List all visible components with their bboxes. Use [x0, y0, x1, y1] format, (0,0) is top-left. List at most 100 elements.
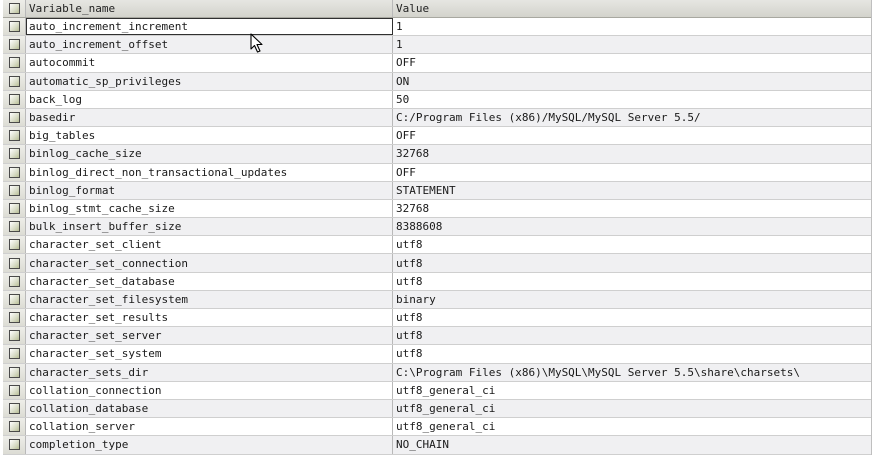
row-select-checkbox[interactable] — [3, 145, 26, 163]
table-row[interactable]: binlog_stmt_cache_size 32768 — [3, 199, 871, 219]
value-cell[interactable]: 32768 — [393, 200, 871, 217]
table-row[interactable]: binlog_direct_non_transactional_updates O… — [3, 163, 871, 182]
table-row[interactable]: completion_type NO_CHAIN — [3, 436, 871, 455]
row-select-checkbox[interactable] — [3, 90, 26, 108]
row-select-checkbox[interactable] — [3, 72, 26, 90]
table-row[interactable]: big_tables OFF — [3, 127, 871, 146]
table-row[interactable]: back_log 50 — [3, 90, 871, 109]
table-row[interactable]: auto_increment_increment 1 — [3, 18, 871, 37]
row-select-checkbox[interactable] — [3, 18, 26, 36]
row-select-checkbox[interactable] — [3, 236, 26, 254]
row-select-checkbox[interactable] — [3, 199, 26, 218]
row-select-checkbox[interactable] — [3, 272, 26, 290]
table-row[interactable]: autocommit OFF — [3, 54, 871, 73]
value-cell[interactable]: 1 — [393, 36, 871, 53]
value-cell[interactable]: OFF — [393, 164, 871, 181]
row-select-checkbox[interactable] — [3, 127, 26, 145]
value-cell[interactable]: 8388608 — [393, 218, 871, 235]
value-cell[interactable]: ON — [393, 73, 871, 90]
value-cell[interactable]: utf8_general_ci — [393, 382, 871, 399]
row-select-checkbox[interactable] — [3, 218, 26, 236]
row-select-checkbox[interactable] — [3, 290, 26, 308]
row-select-checkbox[interactable] — [3, 54, 26, 72]
row-select-checkbox[interactable] — [3, 399, 26, 418]
table-row[interactable]: character_set_client utf8 — [3, 236, 871, 255]
variable-name-cell[interactable]: binlog_format — [26, 181, 393, 199]
table-row[interactable]: character_set_filesystem binary — [3, 290, 871, 309]
table-row[interactable]: character_set_server utf8 — [3, 327, 871, 346]
value-cell[interactable]: utf8 — [393, 327, 871, 344]
row-select-checkbox[interactable] — [3, 327, 26, 345]
variable-name-cell[interactable]: big_tables — [26, 127, 393, 145]
value-cell[interactable]: utf8 — [393, 345, 871, 362]
variable-name-cell[interactable]: binlog_direct_non_transactional_updates — [26, 163, 393, 181]
row-select-checkbox[interactable] — [3, 345, 26, 363]
value-cell[interactable]: utf8 — [393, 254, 871, 271]
variable-name-cell[interactable]: basedir — [26, 108, 393, 127]
value-cell[interactable]: 1 — [393, 18, 871, 35]
variable-name-cell[interactable]: back_log — [26, 90, 393, 108]
value-cell[interactable]: 32768 — [393, 145, 871, 162]
row-select-checkbox[interactable] — [3, 163, 26, 181]
table-row[interactable]: character_set_results utf8 — [3, 309, 871, 328]
value-cell[interactable]: NO_CHAIN — [393, 436, 871, 453]
variable-name-cell[interactable]: binlog_cache_size — [26, 145, 393, 163]
table-row[interactable]: character_sets_dir C:\Program Files (x86)… — [3, 363, 871, 382]
value-cell[interactable]: OFF — [393, 54, 871, 71]
table-row[interactable]: character_set_database utf8 — [3, 272, 871, 291]
select-all-checkbox[interactable] — [3, 0, 26, 17]
table-row[interactable]: auto_increment_offset 1 — [3, 36, 871, 55]
variable-name-cell[interactable]: automatic_sp_privileges — [26, 72, 393, 90]
variable-name-cell[interactable]: character_set_database — [26, 272, 393, 290]
column-header-variable-name[interactable]: Variable_name — [26, 0, 393, 17]
table-row[interactable]: character_set_system utf8 — [3, 345, 871, 364]
row-select-checkbox[interactable] — [3, 363, 26, 381]
value-cell[interactable]: 50 — [393, 91, 871, 108]
variable-name-cell[interactable]: collation_database — [26, 399, 393, 418]
table-row[interactable]: collation_database utf8_general_ci — [3, 399, 871, 419]
variable-name-cell[interactable]: character_set_filesystem — [26, 290, 393, 308]
value-cell[interactable]: utf8 — [393, 309, 871, 326]
results-grid[interactable]: Variable_name Value auto_increment_incre… — [3, 0, 872, 455]
row-select-checkbox[interactable] — [3, 309, 26, 327]
variable-name-cell[interactable]: character_sets_dir — [26, 363, 393, 381]
value-cell[interactable]: utf8 — [393, 236, 871, 253]
variable-name-cell[interactable]: auto_increment_offset — [26, 36, 393, 54]
variable-name-cell[interactable]: collation_server — [26, 418, 393, 436]
column-header-value[interactable]: Value — [393, 0, 871, 17]
variable-name-cell[interactable]: character_set_server — [26, 327, 393, 345]
row-select-checkbox[interactable] — [3, 181, 26, 199]
table-row[interactable]: automatic_sp_privileges ON — [3, 72, 871, 91]
variable-name-cell[interactable]: auto_increment_increment — [26, 18, 393, 36]
variable-name-cell[interactable]: binlog_stmt_cache_size — [26, 199, 393, 218]
value-cell[interactable]: STATEMENT — [393, 182, 871, 199]
row-select-checkbox[interactable] — [3, 436, 26, 454]
variable-name-cell[interactable]: collation_connection — [26, 381, 393, 399]
table-row[interactable]: character_set_connection utf8 — [3, 254, 871, 273]
value-cell[interactable]: utf8_general_ci — [393, 400, 871, 417]
variable-name-cell[interactable]: character_set_system — [26, 345, 393, 363]
variable-name-cell[interactable]: character_set_results — [26, 309, 393, 327]
variable-name-cell[interactable]: completion_type — [26, 436, 393, 454]
variable-name-cell[interactable]: character_set_client — [26, 236, 393, 254]
row-select-checkbox[interactable] — [3, 418, 26, 436]
row-select-checkbox[interactable] — [3, 381, 26, 399]
table-row[interactable]: collation_connection utf8_general_ci — [3, 381, 871, 400]
value-cell[interactable]: utf8 — [393, 273, 871, 290]
variable-name-cell[interactable]: character_set_connection — [26, 254, 393, 272]
table-row[interactable]: binlog_format STATEMENT — [3, 181, 871, 200]
value-cell[interactable]: C:/Program Files (x86)/MySQL/MySQL Serve… — [393, 109, 871, 126]
row-select-checkbox[interactable] — [3, 108, 26, 127]
value-cell[interactable]: C:\Program Files (x86)\MySQL\MySQL Serve… — [393, 364, 871, 381]
row-select-checkbox[interactable] — [3, 36, 26, 54]
row-select-checkbox[interactable] — [3, 254, 26, 272]
value-cell[interactable]: utf8_general_ci — [393, 418, 871, 435]
table-row[interactable]: collation_server utf8_general_ci — [3, 418, 871, 437]
value-cell[interactable]: binary — [393, 291, 871, 308]
variable-name-cell[interactable]: bulk_insert_buffer_size — [26, 218, 393, 236]
table-row[interactable]: basedir C:/Program Files (x86)/MySQL/MySQ… — [3, 108, 871, 128]
table-row[interactable]: binlog_cache_size 32768 — [3, 145, 871, 164]
table-row[interactable]: bulk_insert_buffer_size 8388608 — [3, 218, 871, 237]
variable-name-cell[interactable]: autocommit — [26, 54, 393, 72]
value-cell[interactable]: OFF — [393, 127, 871, 144]
